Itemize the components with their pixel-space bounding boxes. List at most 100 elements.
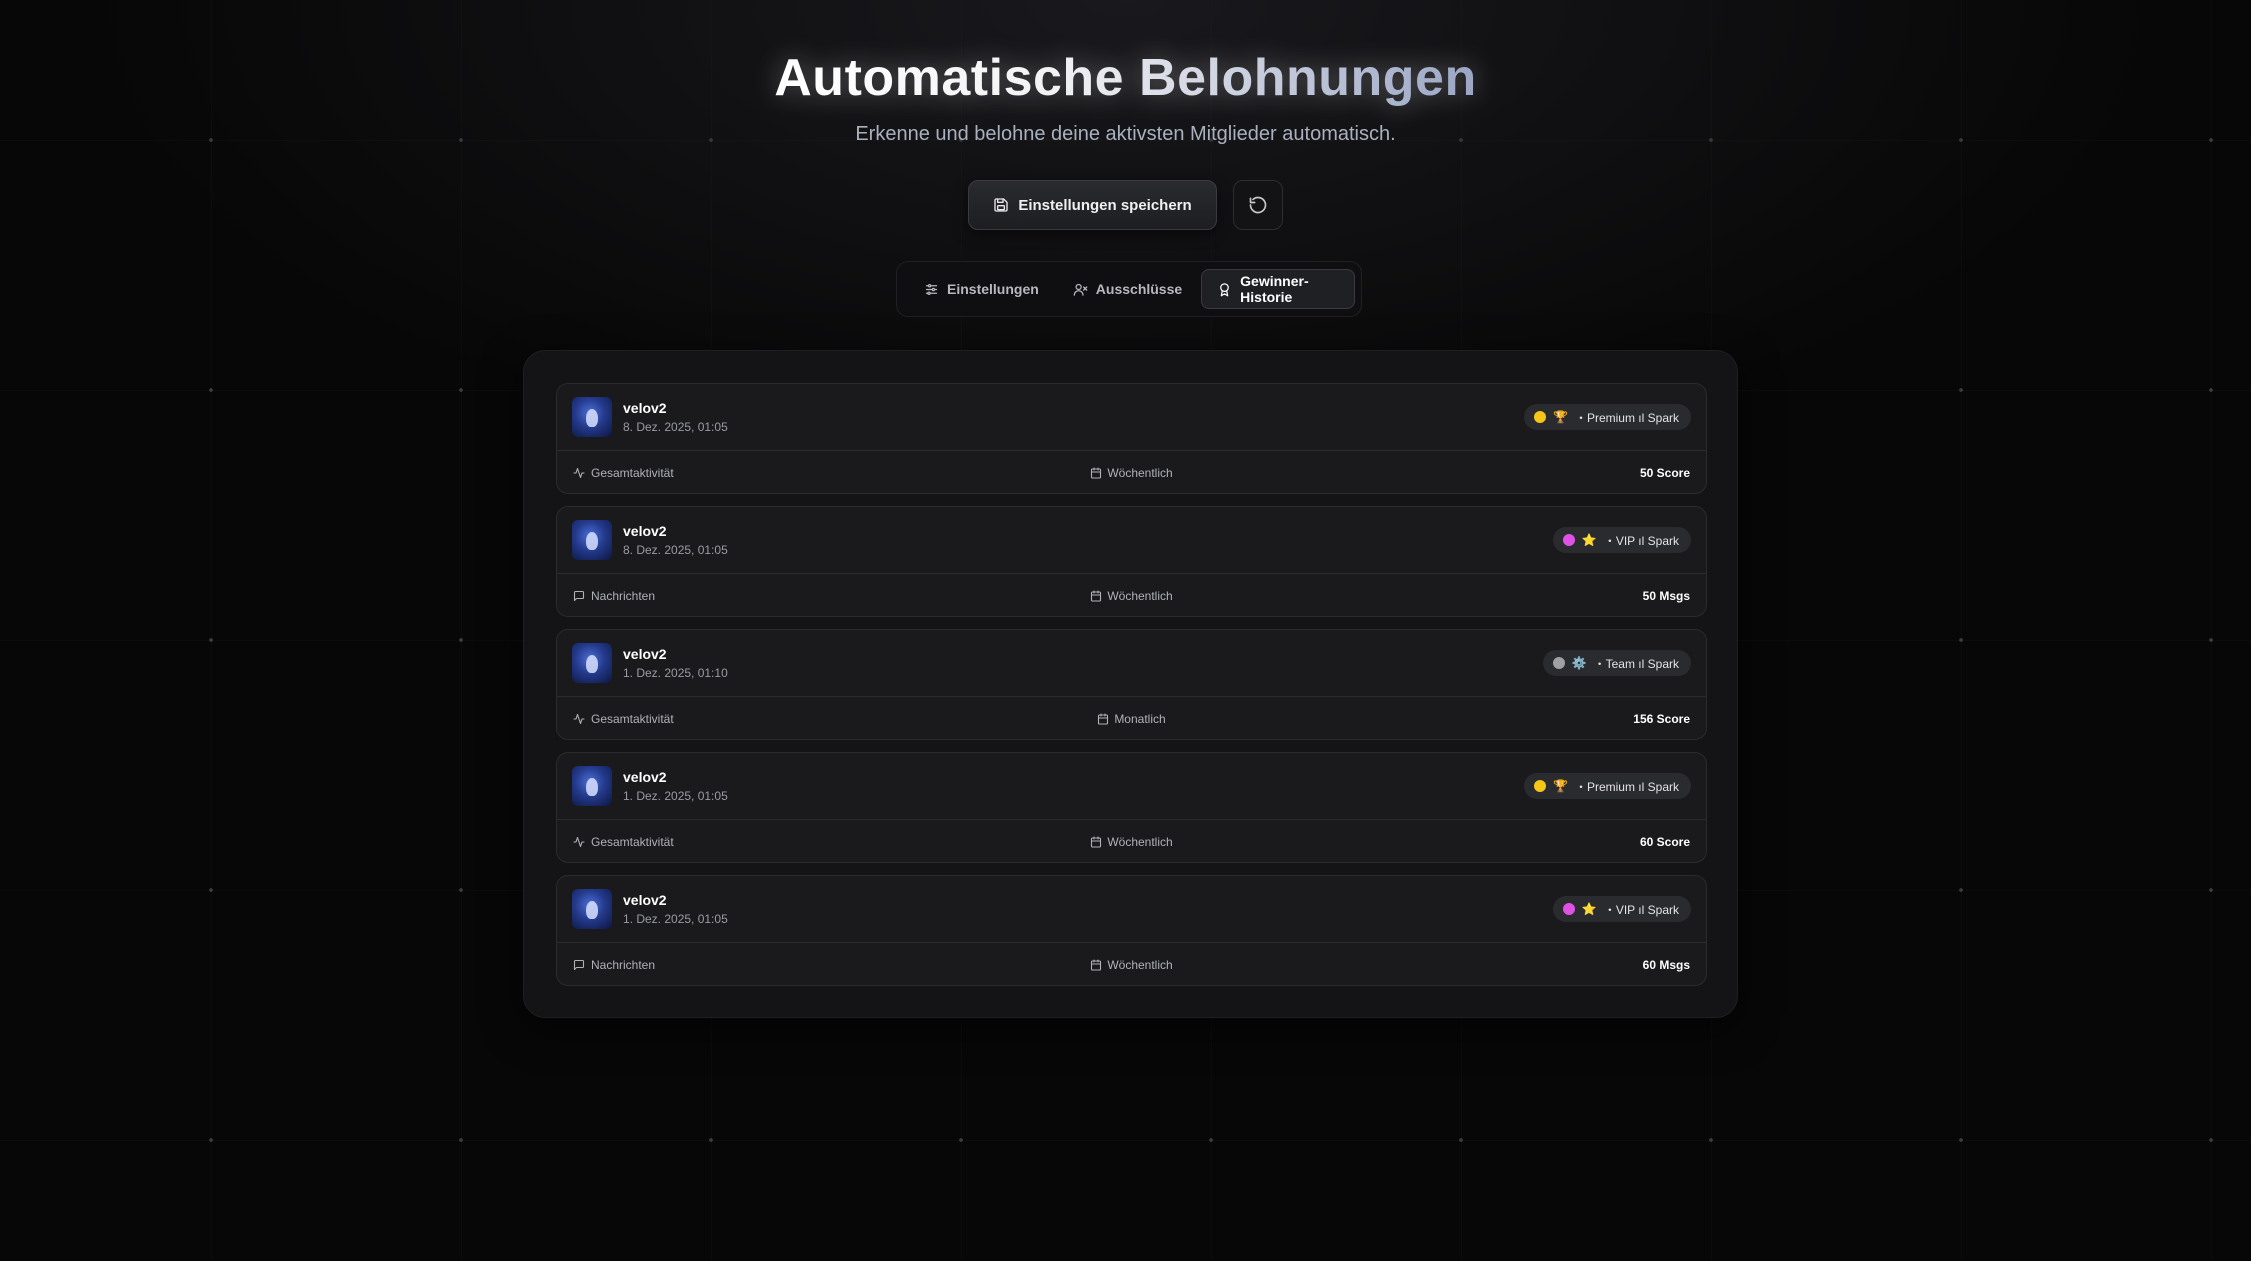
role-badge: ⭐ ・VIP ıl Spark (1552, 896, 1691, 922)
calendar-icon (1090, 958, 1102, 971)
entry-footer: Nachrichten Wöchentlich 60 Msgs (557, 943, 1706, 986)
entry-header: velov2 1. Dez. 2025, 01:05 🏆 ・Premium ıl… (557, 753, 1706, 820)
message-icon (573, 590, 585, 602)
role-badge: 🏆 ・Premium ıl Spark (1524, 773, 1691, 799)
role-badge: ⭐ ・VIP ıl Spark (1552, 527, 1691, 553)
user-info: velov2 1. Dez. 2025, 01:05 (623, 769, 728, 803)
user-info: velov2 8. Dez. 2025, 01:05 (623, 400, 728, 434)
user-exclude-icon (1073, 282, 1088, 297)
action-bar: Einstellungen speichern (0, 180, 2251, 230)
metric: Gesamtaktivität (573, 835, 674, 849)
period-label: Wöchentlich (1107, 588, 1173, 603)
page-subtitle: Erkenne und belohne deine aktivsten Mitg… (855, 123, 1396, 145)
score-value: 60 Score (1639, 834, 1690, 849)
winner-entry[interactable]: velov2 1. Dez. 2025, 01:05 🏆 ・Premium ıl… (556, 752, 1707, 863)
metric-label: Gesamtaktivität (591, 465, 674, 480)
page-title-text: Automatische Belohnungen (774, 49, 1477, 107)
period: Wöchentlich (557, 466, 1706, 480)
role-color-dot (1552, 657, 1565, 669)
metric-label: Gesamtaktivität (591, 834, 674, 849)
win-date: 1. Dez. 2025, 01:10 (623, 666, 728, 680)
win-date: 1. Dez. 2025, 01:05 (623, 789, 728, 803)
winner-entry[interactable]: velov2 1. Dez. 2025, 01:10 ⚙️ ・Team ıl S… (556, 629, 1707, 740)
role-color-dot (1562, 534, 1575, 546)
save-icon (993, 197, 1009, 213)
page: Automatische Belohnungen Erkenne und bel… (0, 0, 2251, 1261)
role-label: ・Premium ıl Spark (1574, 410, 1679, 425)
metric: Nachrichten (573, 958, 655, 972)
win-date: 8. Dez. 2025, 01:05 (623, 543, 728, 557)
score-value: 60 Msgs (1642, 957, 1690, 972)
metric-label: Gesamtaktivität (591, 711, 674, 726)
star-icon: ⭐ (1581, 902, 1597, 916)
metric: Gesamtaktivität (573, 712, 674, 726)
entry-header: velov2 1. Dez. 2025, 01:10 ⚙️ ・Team ıl S… (557, 630, 1706, 697)
period-label: Wöchentlich (1107, 834, 1173, 849)
entry-header: velov2 8. Dez. 2025, 01:05 🏆 ・Premium ıl… (557, 384, 1706, 451)
message-icon (573, 959, 585, 971)
avatar (572, 889, 612, 929)
metric-label: Nachrichten (591, 588, 656, 603)
metric: Nachrichten (573, 589, 655, 603)
user-name: velov2 (623, 400, 667, 416)
tab-einstellungen[interactable]: Einstellungen (909, 270, 1054, 308)
score-value: 50 Msgs (1642, 588, 1690, 603)
metric: Gesamtaktivität (573, 466, 674, 480)
user-name: velov2 (623, 892, 667, 908)
reset-button[interactable] (1232, 180, 1283, 230)
tab-gewinner-historie[interactable]: Gewinner-Historie (1201, 269, 1355, 309)
period: Monatlich (557, 712, 1706, 726)
period: Wöchentlich (557, 589, 1706, 603)
award-icon (1217, 282, 1232, 297)
calendar-icon (1090, 589, 1102, 602)
star-icon: ⭐ (1581, 533, 1597, 547)
calendar-icon (1097, 712, 1109, 725)
win-date: 8. Dez. 2025, 01:05 (623, 420, 728, 434)
period: Wöchentlich (557, 958, 1706, 972)
role-color-dot (1534, 780, 1547, 792)
winner-entry[interactable]: velov2 8. Dez. 2025, 01:05 ⭐ ・VIP ıl Spa… (556, 506, 1707, 617)
entry-footer: Gesamtaktivität Wöchentlich 60 Score (557, 820, 1706, 863)
entry-footer: Nachrichten Wöchentlich 50 Msgs (557, 574, 1706, 617)
activity-icon (573, 467, 585, 479)
avatar (572, 397, 612, 437)
calendar-icon (1090, 466, 1102, 479)
gear-icon: ⚙️ (1571, 656, 1587, 670)
period-label: Wöchentlich (1107, 957, 1173, 972)
entry-footer: Gesamtaktivität Monatlich 156 Score (557, 697, 1706, 740)
avatar (572, 766, 612, 806)
tab-label: Einstellungen (947, 281, 1039, 297)
user-info: velov2 8. Dez. 2025, 01:05 (623, 523, 728, 557)
winner-entry[interactable]: velov2 1. Dez. 2025, 01:05 ⭐ ・VIP ıl Spa… (556, 875, 1707, 986)
role-label: ・VIP ıl Spark (1603, 533, 1679, 548)
tab-ausschluesse[interactable]: Ausschlüsse (1058, 270, 1197, 308)
activity-icon (573, 836, 585, 848)
user-name: velov2 (623, 769, 667, 785)
user-info: velov2 1. Dez. 2025, 01:05 (623, 892, 728, 926)
role-label: ・VIP ıl Spark (1603, 902, 1679, 917)
metric-label: Nachrichten (591, 957, 656, 972)
calendar-icon (1090, 835, 1102, 848)
trophy-icon: 🏆 (1553, 410, 1568, 424)
role-badge: 🏆 ・Premium ıl Spark (1524, 404, 1691, 430)
win-date: 1. Dez. 2025, 01:05 (623, 912, 728, 926)
sliders-icon (924, 282, 939, 297)
period: Wöchentlich (557, 835, 1706, 849)
winner-entry[interactable]: velov2 8. Dez. 2025, 01:05 🏆 ・Premium ıl… (556, 383, 1707, 494)
avatar (572, 643, 612, 683)
score-value: 156 Score (1633, 711, 1690, 726)
user-name: velov2 (623, 646, 667, 662)
role-label: ・Premium ıl Spark (1574, 779, 1679, 794)
entry-footer: Gesamtaktivität Wöchentlich 50 Score (557, 451, 1706, 494)
reset-icon (1248, 195, 1268, 215)
winner-history-panel: velov2 8. Dez. 2025, 01:05 🏆 ・Premium ıl… (523, 350, 1738, 1018)
role-color-dot (1534, 411, 1547, 423)
role-label: ・Team ıl Spark (1593, 656, 1679, 671)
role-badge: ⚙️ ・Team ıl Spark (1542, 650, 1691, 676)
tab-bar: Einstellungen Ausschlüsse Gewinner-Histo… (896, 261, 1362, 317)
avatar (572, 520, 612, 560)
save-settings-button[interactable]: Einstellungen speichern (968, 180, 1217, 230)
user-name: velov2 (623, 523, 667, 539)
activity-icon (573, 713, 585, 725)
period-label: Wöchentlich (1107, 465, 1173, 480)
